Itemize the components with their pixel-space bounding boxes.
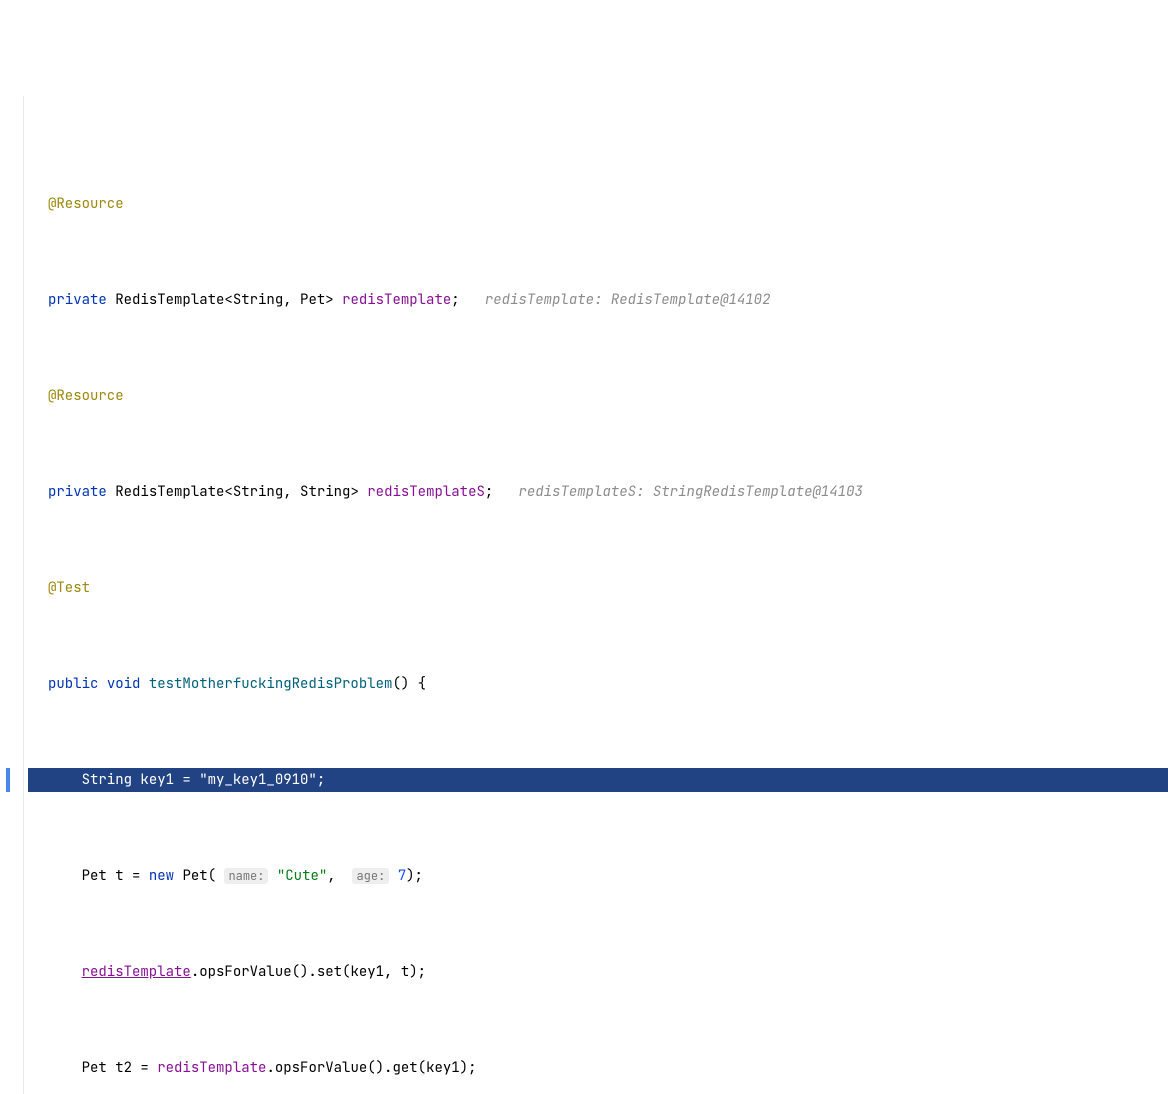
method-call: set [317,963,342,981]
type-name: Pet [82,1059,107,1077]
code-editor[interactable]: @Resource private RedisTemplate<String, … [0,96,1168,1094]
variable: t [115,867,123,885]
inline-hint: redisTemplate: RedisTemplate@14102 [485,291,771,309]
code-line[interactable]: private RedisTemplate<String, Pet> redis… [28,288,1168,312]
type-name: Pet [82,867,107,885]
constructor: Pet [182,867,207,885]
annotation: @Resource [48,195,124,213]
code-line[interactable]: Pet t = new Pet( name: "Cute", age: 7); [28,864,1168,888]
variable: t2 [115,1059,132,1077]
method-call: opsForValue [275,1059,367,1077]
arg: key1 [350,963,384,981]
type-name: RedisTemplate [115,291,224,309]
string-literal: "my_key1_0910" [199,771,317,789]
number-literal: 7 [398,867,406,885]
keyword: private [48,483,107,501]
gutter-execution-marker [6,768,10,792]
code-line[interactable]: Pet t2 = redisTemplate.opsForValue().get… [28,1056,1168,1080]
field-name: redisTemplate [342,291,451,309]
type-name: String [300,483,350,501]
code-line[interactable]: public void testMotherfuckingRedisProble… [28,672,1168,696]
inline-hint: redisTemplateS: StringRedisTemplate@1410… [518,483,862,501]
code-line[interactable]: private RedisTemplate<String, String> re… [28,480,1168,504]
variable: key1 [140,771,174,789]
keyword: new [149,867,174,885]
type-name: RedisTemplate [115,483,224,501]
param-hint: age: [352,868,389,884]
type-name: String [233,291,283,309]
annotation: @Resource [48,387,124,405]
gutter [0,96,24,1094]
arg: t [401,963,409,981]
keyword: void [107,675,141,693]
code-line[interactable]: @Test [28,576,1168,600]
type-name: String [233,483,283,501]
method-call: opsForValue [199,963,291,981]
type-name: Pet [300,291,325,309]
string-literal: "Cute" [277,867,327,885]
field-name: redisTemplateS [367,483,485,501]
method-name: testMotherfuckingRedisProblem [149,675,393,693]
annotation: @Test [48,579,90,597]
method-call: get [392,1059,417,1077]
keyword: public [48,675,98,693]
param-hint: name: [224,868,268,884]
type-name: String [82,771,132,789]
code-line[interactable]: @Resource [28,192,1168,216]
field-ref: redisTemplate [157,1059,266,1077]
arg: key1 [426,1059,460,1077]
code-line[interactable]: @Resource [28,384,1168,408]
code-line[interactable]: redisTemplate.opsForValue().set(key1, t)… [28,960,1168,984]
code-line-selected[interactable]: String key1 = "my_key1_0910"; [28,768,1168,792]
keyword: private [48,291,107,309]
field-ref: redisTemplate [82,963,191,981]
